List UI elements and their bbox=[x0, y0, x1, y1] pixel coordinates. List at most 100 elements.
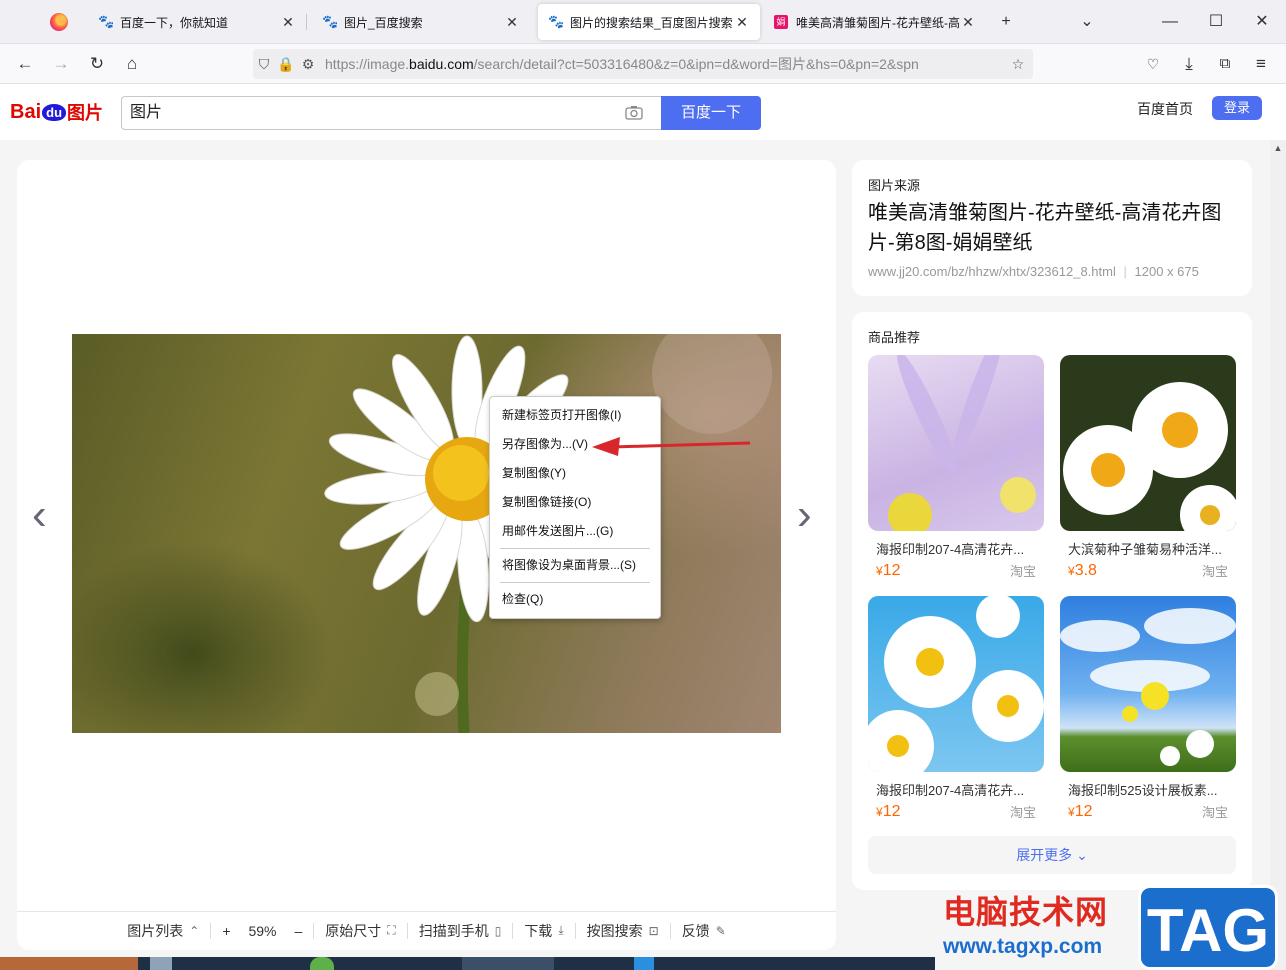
back-arrow-icon[interactable]: ← bbox=[13, 52, 37, 76]
reload-icon[interactable]: ↻ bbox=[85, 52, 109, 76]
previous-image-arrow-icon[interactable]: ‹ bbox=[32, 490, 47, 540]
close-icon[interactable]: ✕ bbox=[960, 14, 976, 31]
menu-inspect[interactable]: 检查(Q) bbox=[490, 585, 660, 614]
menu-copy-image-link[interactable]: 复制图像链接(O) bbox=[490, 488, 660, 517]
close-icon[interactable]: ✕ bbox=[504, 14, 520, 31]
tab-label: 图片_百度搜索 bbox=[344, 15, 423, 30]
url-text[interactable]: https://image.baidu.com/search/detail?ct… bbox=[319, 54, 1003, 74]
tab-label: 唯美高清雏菊图片-花卉壁纸-高 bbox=[796, 15, 960, 30]
source-meta: www.jj20.com/bz/hhzw/xhtx/323612_8.html … bbox=[868, 264, 1199, 279]
product-price: ¥12 bbox=[1068, 803, 1093, 820]
site-watermark: 电脑技术网 www.tagxp.com TAG bbox=[935, 885, 1286, 970]
taskbar-app-icon[interactable] bbox=[310, 957, 334, 970]
product-card[interactable]: 海报印制207-4高清花卉... ¥12 淘宝 bbox=[868, 596, 1044, 823]
product-card[interactable]: 海报印制207-4高清花卉... ¥12 淘宝 bbox=[868, 355, 1044, 582]
source-url[interactable]: www.jj20.com/bz/hhzw/xhtx/323612_8.html bbox=[868, 264, 1116, 279]
tab-list-chevron-icon[interactable]: ⌄ bbox=[1075, 10, 1099, 34]
baidu-home-link[interactable]: 百度首页 bbox=[1137, 99, 1193, 119]
product-image[interactable] bbox=[868, 596, 1044, 772]
next-image-arrow-icon[interactable]: › bbox=[797, 490, 812, 540]
home-icon[interactable]: ⌂ bbox=[120, 52, 144, 76]
search-input[interactable]: 图片 bbox=[121, 96, 661, 130]
camera-icon[interactable] bbox=[625, 105, 643, 121]
zoom-level: 59% bbox=[248, 922, 277, 939]
tab-daisy-wallpaper[interactable]: 娟 唯美高清雏菊图片-花卉壁纸-高 ✕ bbox=[764, 4, 986, 40]
baidu-paw-icon: 🐾 bbox=[322, 14, 339, 29]
viewer-toolbar: 图片列表 ⌃ + 59% – 原始尺寸 ⛶ 扫描到手机 ▯ 下载 ⤓ 按图搜索 ⊡ 反馈 ✎ bbox=[17, 911, 836, 949]
forward-arrow-icon[interactable]: → bbox=[49, 52, 73, 76]
product-name[interactable]: 海报印制207-4高清花卉... bbox=[868, 780, 1044, 799]
minimize-icon[interactable]: — bbox=[1158, 10, 1182, 34]
taskbar-app-icon[interactable] bbox=[634, 957, 654, 970]
menu-email-image[interactable]: 用邮件发送图片...(G) bbox=[490, 517, 660, 546]
baidu-header: Bai du 图片 图片 百度一下 百度首页 登录 bbox=[0, 84, 1272, 140]
scroll-up-arrow-icon[interactable]: ▲ bbox=[1270, 140, 1286, 156]
menu-icon[interactable]: ≡ bbox=[1249, 52, 1273, 76]
menu-copy-image[interactable]: 复制图像(Y) bbox=[490, 459, 660, 488]
image-dimensions: 1200 x 675 bbox=[1134, 264, 1199, 279]
product-name[interactable]: 大滨菊种子雏菊易种活洋... bbox=[1060, 539, 1236, 558]
product-shop: 淘宝 bbox=[1009, 564, 1036, 579]
scan-to-phone-button[interactable]: 扫描到手机 ▯ bbox=[408, 921, 513, 941]
download-icon[interactable]: ⤓ bbox=[1177, 52, 1201, 76]
baidu-paw-icon: 🐾 bbox=[98, 14, 115, 29]
original-size-button[interactable]: 原始尺寸 ⛶ bbox=[314, 921, 406, 941]
new-tab-button[interactable]: + bbox=[994, 10, 1018, 34]
image-source-card: 图片来源 唯美高清雏菊图片-花卉壁纸-高清花卉图片-第8图-娟娟壁纸 www.j… bbox=[852, 160, 1252, 296]
tab-bar: 🐾 百度一下，你就知道 ✕ 🐾 图片_百度搜索 ✕ 🐾 图片的搜索结果_百度图片… bbox=[0, 0, 1286, 44]
login-button[interactable]: 登录 bbox=[1212, 96, 1262, 120]
search-button[interactable]: 百度一下 bbox=[661, 96, 761, 130]
menu-set-desktop-background[interactable]: 将图像设为桌面背景...(S) bbox=[490, 551, 660, 580]
tab-search-results-active[interactable]: 🐾 图片的搜索结果_百度图片搜索 ✕ bbox=[538, 4, 760, 40]
red-annotation-arrow bbox=[592, 437, 751, 456]
close-icon[interactable]: ✕ bbox=[280, 14, 296, 31]
tab-baidu-home[interactable]: 🐾 百度一下，你就知道 ✕ bbox=[88, 4, 306, 40]
pocket-icon[interactable]: ♡ bbox=[1141, 52, 1165, 76]
window-close-icon[interactable]: ✕ bbox=[1250, 10, 1274, 34]
feedback-button[interactable]: 反馈 ✎ bbox=[671, 921, 737, 941]
product-section-title: 商品推荐 bbox=[868, 330, 921, 345]
os-taskbar bbox=[0, 957, 935, 970]
feedback-icon: ✎ bbox=[715, 923, 726, 938]
zoom-control: + 59% – bbox=[211, 923, 313, 939]
close-icon[interactable]: ✕ bbox=[734, 14, 750, 31]
daisy-image[interactable] bbox=[72, 334, 781, 733]
maximize-icon[interactable]: ☐ bbox=[1204, 10, 1228, 34]
product-image[interactable] bbox=[1060, 355, 1236, 531]
product-name[interactable]: 海报印制525设计展板素... bbox=[1060, 780, 1236, 799]
page-scrollbar[interactable]: ▲ bbox=[1270, 140, 1286, 970]
fit-size-icon: ⛶ bbox=[387, 923, 396, 937]
product-card[interactable]: 大滨菊种子雏菊易种活洋... ¥3.8 淘宝 bbox=[1060, 355, 1236, 582]
firefox-icon[interactable] bbox=[50, 13, 68, 31]
source-title-link[interactable]: 唯美高清雏菊图片-花卉壁纸-高清花卉图片-第8图-娟娟壁纸 bbox=[868, 198, 1228, 258]
chevron-up-circle-icon: ⌃ bbox=[189, 923, 200, 938]
product-shop: 淘宝 bbox=[1201, 805, 1228, 820]
download-button[interactable]: 下载 ⤓ bbox=[513, 921, 574, 941]
taskbar-active-app[interactable] bbox=[462, 957, 554, 970]
zoom-out-button[interactable]: – bbox=[295, 923, 303, 939]
baidu-image-logo[interactable]: Bai du 图片 bbox=[10, 98, 103, 126]
extensions-icon[interactable]: ⧉ bbox=[1213, 52, 1237, 76]
product-image[interactable] bbox=[1060, 596, 1236, 772]
tab-image-search[interactable]: 🐾 图片_百度搜索 ✕ bbox=[312, 4, 530, 40]
permissions-icon[interactable]: ⚙ bbox=[297, 56, 319, 73]
product-card[interactable]: 海报印制525设计展板素... ¥12 淘宝 bbox=[1060, 596, 1236, 823]
expand-more-button[interactable]: 展开更多 ⌄ bbox=[868, 836, 1236, 874]
shield-icon[interactable]: ⛉ bbox=[253, 56, 275, 73]
product-name[interactable]: 海报印制207-4高清花卉... bbox=[868, 539, 1044, 558]
image-list-button[interactable]: 图片列表 ⌃ bbox=[116, 921, 210, 941]
menu-separator bbox=[500, 582, 650, 583]
menu-open-image-new-tab[interactable]: 新建标签页打开图像(I) bbox=[490, 401, 660, 430]
image-search-icon: ⊡ bbox=[648, 923, 659, 938]
taskbar-app-icon[interactable] bbox=[150, 957, 172, 970]
url-bar[interactable]: ⛉ 🔒 ⚙ https://image.baidu.com/search/det… bbox=[253, 49, 1033, 79]
lock-icon[interactable]: 🔒 bbox=[275, 56, 297, 73]
search-by-image-button[interactable]: 按图搜索 ⊡ bbox=[576, 921, 670, 941]
jj-site-icon: 娟 bbox=[774, 15, 788, 29]
product-image[interactable] bbox=[868, 355, 1044, 531]
zoom-in-button[interactable]: + bbox=[222, 923, 230, 939]
bookmark-star-icon[interactable]: ☆ bbox=[1003, 56, 1033, 73]
watermark-tag-logo: TAG bbox=[1138, 885, 1278, 970]
tab-label: 图片的搜索结果_百度图片搜索 bbox=[570, 15, 733, 30]
taskbar-start-area[interactable] bbox=[0, 957, 138, 970]
